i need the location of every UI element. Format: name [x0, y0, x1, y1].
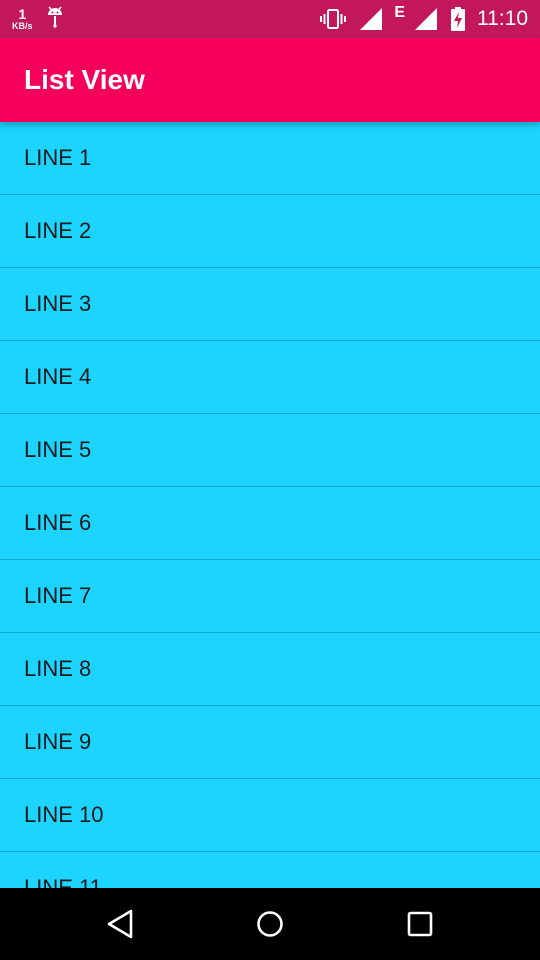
list-item[interactable]: LINE 9 — [0, 706, 540, 779]
status-clock: 11:10 — [477, 7, 528, 30]
back-button[interactable] — [102, 906, 138, 942]
app-title: List View — [24, 64, 145, 95]
recents-button[interactable] — [402, 906, 438, 942]
back-icon — [107, 909, 133, 939]
list-item[interactable]: LINE 10 — [0, 779, 540, 852]
android-debug-icon — [45, 5, 65, 33]
recents-icon — [407, 911, 433, 937]
network-speed-value: 1 — [18, 6, 27, 22]
list-item[interactable]: LINE 8 — [0, 633, 540, 706]
status-left: 1 KB/s — [12, 4, 65, 34]
status-right: E 11:10 — [306, 0, 528, 38]
list-item[interactable]: LINE 6 — [0, 487, 540, 560]
network-speed: 1 KB/s — [12, 7, 33, 31]
list-item[interactable]: LINE 4 — [0, 341, 540, 414]
list-item[interactable]: LINE 11 — [0, 852, 540, 888]
list-view[interactable]: LINE 1 LINE 2 LINE 3 LINE 4 LINE 5 LINE … — [0, 122, 540, 888]
list-item[interactable]: LINE 1 — [0, 122, 540, 195]
app-bar: List View — [0, 38, 540, 122]
network-speed-unit: KB/s — [12, 21, 33, 31]
list-item[interactable]: LINE 2 — [0, 195, 540, 268]
signal-e-icon — [415, 8, 437, 30]
home-icon — [257, 911, 283, 937]
network-type-label: E — [394, 4, 405, 21]
home-button[interactable] — [252, 906, 288, 942]
signal-icon — [360, 8, 383, 30]
list-item[interactable]: LINE 7 — [0, 560, 540, 633]
list-item[interactable]: LINE 3 — [0, 268, 540, 341]
battery-charging-icon — [451, 7, 465, 31]
navigation-bar — [0, 888, 540, 960]
status-bar: 1 KB/s E 11:10 — [0, 0, 540, 38]
list-item[interactable]: LINE 5 — [0, 414, 540, 487]
vibrate-icon — [320, 8, 347, 30]
